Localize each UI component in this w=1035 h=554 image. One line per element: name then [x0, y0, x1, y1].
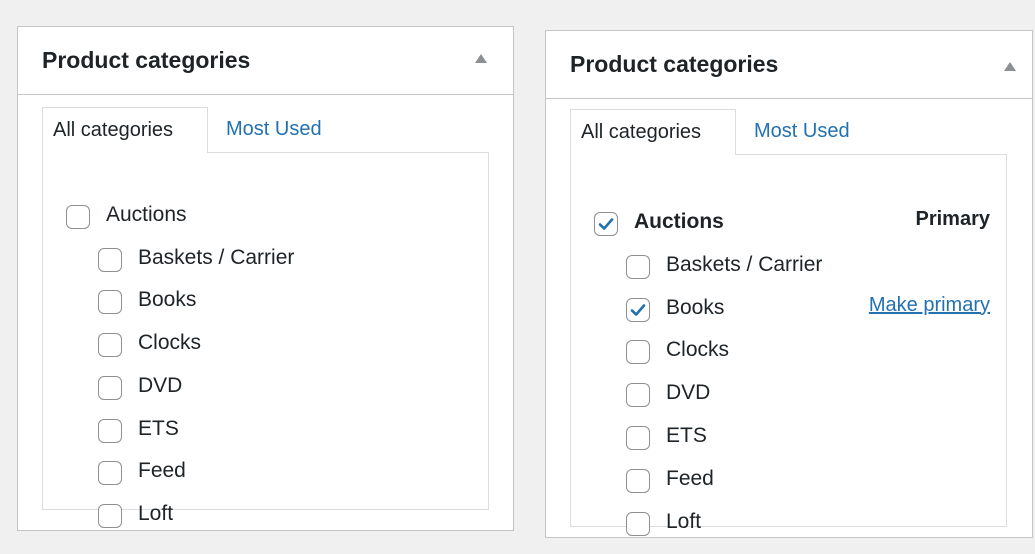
- category-label: Loft: [666, 509, 702, 533]
- category-item: Clocks: [571, 338, 1006, 382]
- category-checkbox[interactable]: [626, 254, 650, 279]
- category-label: ETS: [138, 416, 179, 440]
- category-label: Loft: [138, 501, 174, 525]
- category-item: Baskets / Carrier: [43, 245, 488, 290]
- category-label: ETS: [666, 424, 707, 447]
- category-label: Baskets / Carrier: [138, 245, 295, 269]
- category-checklist: Auctions Baskets / Carrier Books Clocks DVD E…: [42, 152, 489, 528]
- category-item: Books Make primary: [571, 294, 1006, 340]
- category-checkbox[interactable]: [98, 418, 122, 443]
- checkmark-icon: [598, 218, 614, 230]
- category-checkbox[interactable]: [626, 383, 650, 408]
- category-label: Books: [138, 288, 197, 312]
- category-checkbox[interactable]: [626, 426, 650, 450]
- category-checkbox[interactable]: [98, 461, 122, 486]
- category-checkbox[interactable]: [98, 290, 122, 315]
- category-item: DVD: [571, 381, 1006, 425]
- category-item: DVD: [43, 373, 488, 418]
- category-item: Auctions: [43, 203, 488, 247]
- make-primary-link[interactable]: Make primary: [869, 294, 990, 317]
- category-checklist: Auctions Primary Baskets / Carrier Books Mak…: [570, 154, 1007, 536]
- collapse-arrow-icon[interactable]: [475, 54, 487, 63]
- panel-header: Product categories: [546, 31, 1032, 99]
- category-checkbox[interactable]: [98, 503, 122, 528]
- category-label: Clocks: [666, 338, 730, 362]
- category-checkbox[interactable]: [626, 468, 650, 493]
- panel-header: Product categories: [18, 27, 513, 95]
- category-label: Feed: [666, 466, 714, 490]
- category-label: Books: [666, 295, 725, 319]
- category-item: Loft: [571, 509, 1006, 554]
- panel-title: Product categories: [570, 51, 779, 77]
- category-label: Clocks: [138, 331, 202, 355]
- checkmark-icon: [630, 303, 646, 316]
- category-checkbox[interactable]: [66, 205, 90, 229]
- category-item: Books: [43, 288, 488, 332]
- tab-most-used[interactable]: Most Used: [226, 107, 322, 153]
- category-checkbox[interactable]: [98, 375, 122, 400]
- tab-all-categories[interactable]: All categories: [42, 107, 208, 153]
- category-label: Auctions: [106, 203, 187, 226]
- tab-all-categories[interactable]: All categories: [570, 109, 736, 155]
- product-categories-panel-left: Product categories All categories Most U…: [17, 26, 514, 531]
- category-item: Auctions Primary: [571, 208, 1006, 254]
- category-checkbox[interactable]: [98, 333, 122, 358]
- panel-title: Product categories: [42, 47, 251, 73]
- category-label: Feed: [138, 459, 186, 483]
- tab-most-used[interactable]: Most Used: [754, 109, 850, 155]
- category-checkbox[interactable]: [594, 212, 618, 236]
- category-checkbox[interactable]: [98, 247, 122, 272]
- category-item: Baskets / Carrier: [571, 252, 1006, 297]
- category-item: Feed: [43, 459, 488, 503]
- category-label: Baskets / Carrier: [666, 252, 823, 276]
- category-item: ETS: [43, 416, 488, 461]
- category-checkbox[interactable]: [626, 511, 650, 536]
- collapse-arrow-icon[interactable]: [1004, 62, 1016, 71]
- category-checkbox[interactable]: [626, 297, 650, 322]
- category-item: ETS: [571, 424, 1006, 468]
- primary-badge: Primary: [915, 208, 991, 230]
- category-label: DVD: [138, 373, 183, 397]
- category-item: Clocks: [43, 331, 488, 375]
- category-label: Auctions: [634, 210, 724, 233]
- product-categories-panel-right: Product categories All categories Most U…: [545, 30, 1033, 538]
- category-checkbox[interactable]: [626, 340, 650, 365]
- category-label: DVD: [666, 381, 711, 405]
- category-item: Feed: [571, 466, 1006, 511]
